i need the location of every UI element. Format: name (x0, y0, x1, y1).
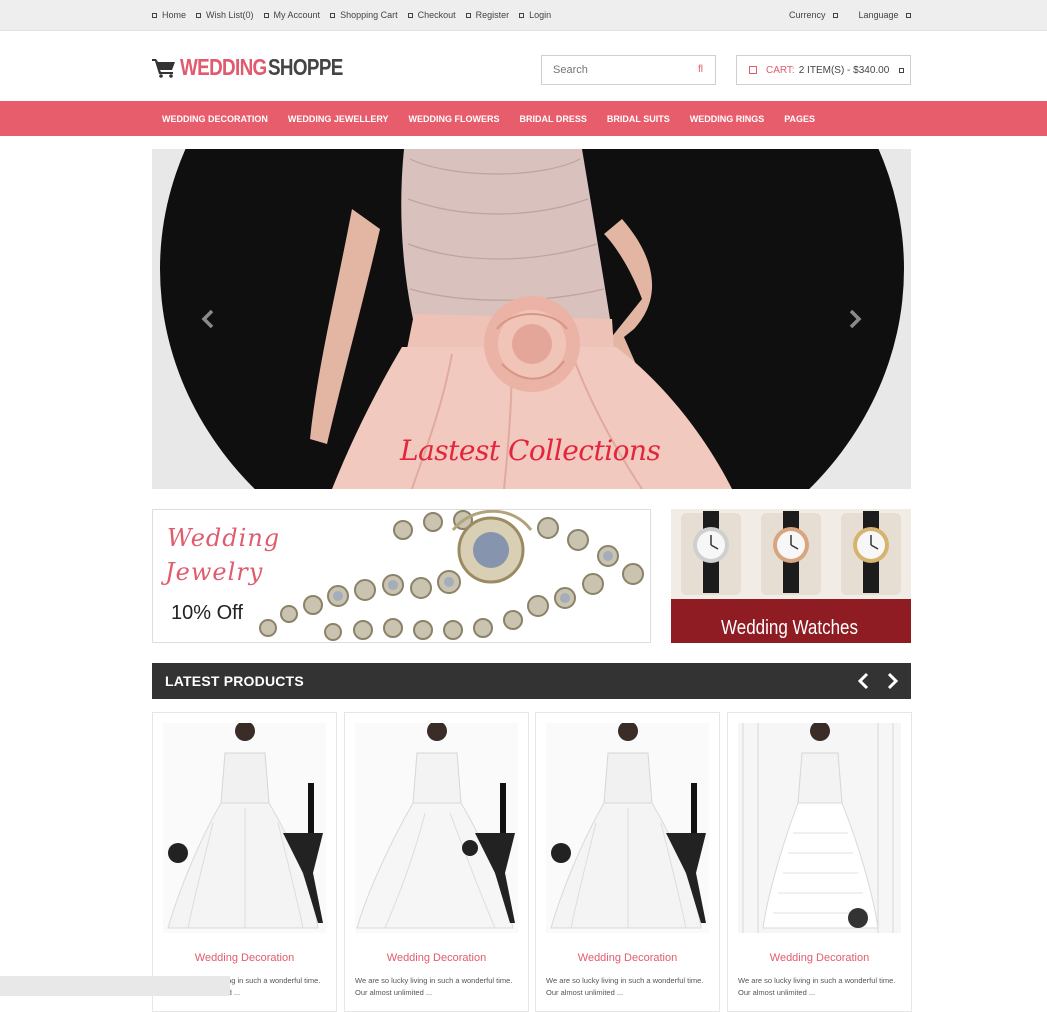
top-link-account[interactable]: My Account (263, 10, 321, 20)
top-link-label: My Account (273, 10, 321, 20)
chevron-right-icon[interactable] (885, 672, 899, 690)
top-link-home[interactable]: Home (152, 10, 186, 20)
top-bar: Home Wish List(0) My Account Shopping Ca… (0, 0, 1047, 31)
top-link-checkout[interactable]: Checkout (407, 10, 456, 20)
latest-products-header: LATEST PRODUCTS (152, 663, 911, 699)
nav-item-bridal-dress[interactable]: BRIDAL DRESS (520, 114, 587, 124)
chevron-left-icon[interactable] (201, 309, 215, 329)
product-card[interactable]: Wedding Decoration We are so lucky livin… (344, 712, 529, 1012)
product-description: We are so lucky living in such a wonderf… (355, 976, 513, 997)
language-dropdown[interactable]: Language (859, 10, 911, 20)
nav-item-wedding-rings[interactable]: WEDDING RINGS (690, 114, 765, 124)
cart-total: 2 ITEM(S) - $340.00 (798, 64, 890, 76)
jewelry-title-line2: Jewelry (165, 558, 264, 586)
product-card[interactable]: Wedding Decoration We are so lucky livin… (727, 712, 912, 1012)
top-link-label: Home (162, 10, 187, 20)
cart-button[interactable]: CART: 2 ITEM(S) - $340.00 (736, 55, 911, 85)
search-icon[interactable]: fl (698, 64, 703, 75)
cart-icon (330, 12, 336, 18)
dress-image (355, 723, 518, 933)
nav-items: WEDDING DECORATION WEDDING JEWELLERY WED… (162, 101, 835, 136)
language-label: Language (858, 10, 899, 20)
search-input[interactable] (542, 64, 682, 76)
product-image[interactable] (355, 723, 518, 933)
product-name[interactable]: Wedding Decoration (153, 952, 336, 964)
register-icon (465, 12, 471, 18)
heart-icon (196, 12, 202, 18)
top-link-label: Login (529, 10, 552, 20)
slider-caption: Lastest Collections (400, 434, 661, 467)
caret-down-icon (899, 67, 905, 73)
chevron-right-icon[interactable] (848, 309, 862, 329)
watches-banner[interactable]: Wedding Watches (671, 509, 911, 643)
nav-item-bridal-suits[interactable]: BRIDAL SUITS (607, 114, 670, 124)
jewelry-title-line1: Wedding (167, 524, 281, 552)
top-links: Home Wish List(0) My Account Shopping Ca… (152, 10, 561, 20)
product-description: We are so lucky living in such a wonderf… (738, 976, 896, 997)
jewelry-offer: 10% Off (171, 602, 243, 624)
latest-products-title: LATEST PRODUCTS (165, 673, 304, 689)
product-name[interactable]: Wedding Decoration (536, 952, 719, 964)
shopping-cart-icon (152, 58, 175, 78)
caret-down-icon (832, 12, 838, 18)
top-link-label: Register (475, 10, 510, 20)
top-link-label: Shopping Cart (340, 10, 398, 20)
login-icon (519, 12, 525, 18)
jewelry-banner[interactable]: Wedding Jewelry 10% Off (152, 509, 651, 643)
logo-text-wedding: WEDDING (180, 54, 267, 80)
currency-dropdown[interactable]: Currency (789, 10, 838, 20)
dress-image (163, 723, 326, 933)
product-image[interactable] (546, 723, 709, 933)
site-logo[interactable]: WEDDING SHOPPE (152, 54, 359, 81)
product-description: We are so lucky living in such a wonderf… (546, 976, 704, 997)
product-image[interactable] (163, 723, 326, 933)
main-nav: WEDDING DECORATION WEDDING JEWELLERY WED… (0, 101, 1047, 136)
hero-slider[interactable]: Lastest Collections (152, 149, 911, 489)
top-link-register[interactable]: Register (465, 10, 510, 20)
home-icon (152, 12, 157, 18)
product-name[interactable]: Wedding Decoration (728, 952, 911, 964)
top-link-login[interactable]: Login (519, 10, 551, 20)
watches-title: Wedding Watches (721, 617, 859, 639)
caret-down-icon (905, 12, 911, 18)
user-icon (263, 12, 269, 18)
product-name[interactable]: Wedding Decoration (345, 952, 528, 964)
top-link-label: Wish List(0) (206, 10, 254, 20)
product-image[interactable] (738, 723, 901, 933)
logo-text-shoppe: SHOPPE (267, 54, 343, 80)
dress-image (738, 723, 901, 933)
search-box: fl (541, 55, 716, 85)
top-link-wishlist[interactable]: Wish List(0) (196, 10, 254, 20)
nav-item-wedding-decoration[interactable]: WEDDING DECORATION (162, 114, 268, 124)
product-card[interactable]: Wedding Decoration We are so lucky livin… (152, 712, 337, 1012)
product-list: Wedding Decoration We are so lucky livin… (152, 712, 912, 1012)
product-card[interactable]: Wedding Decoration We are so lucky livin… (535, 712, 720, 1012)
share-icon (407, 12, 413, 18)
cart-label: CART: (766, 64, 795, 76)
top-link-label: Checkout (417, 10, 456, 20)
cart-icon (749, 66, 757, 74)
dress-image (546, 723, 709, 933)
top-link-cart[interactable]: Shopping Cart (330, 10, 398, 20)
chevron-left-icon[interactable] (857, 672, 871, 690)
nav-item-pages[interactable]: PAGES (784, 114, 815, 124)
nav-item-wedding-jewellery[interactable]: WEDDING JEWELLERY (288, 114, 389, 124)
top-dropdowns: Currency Language (789, 10, 932, 20)
nav-item-wedding-flowers[interactable]: WEDDING FLOWERS (409, 114, 500, 124)
bottom-scroll-strip (0, 976, 230, 996)
currency-label: Currency (789, 10, 826, 20)
